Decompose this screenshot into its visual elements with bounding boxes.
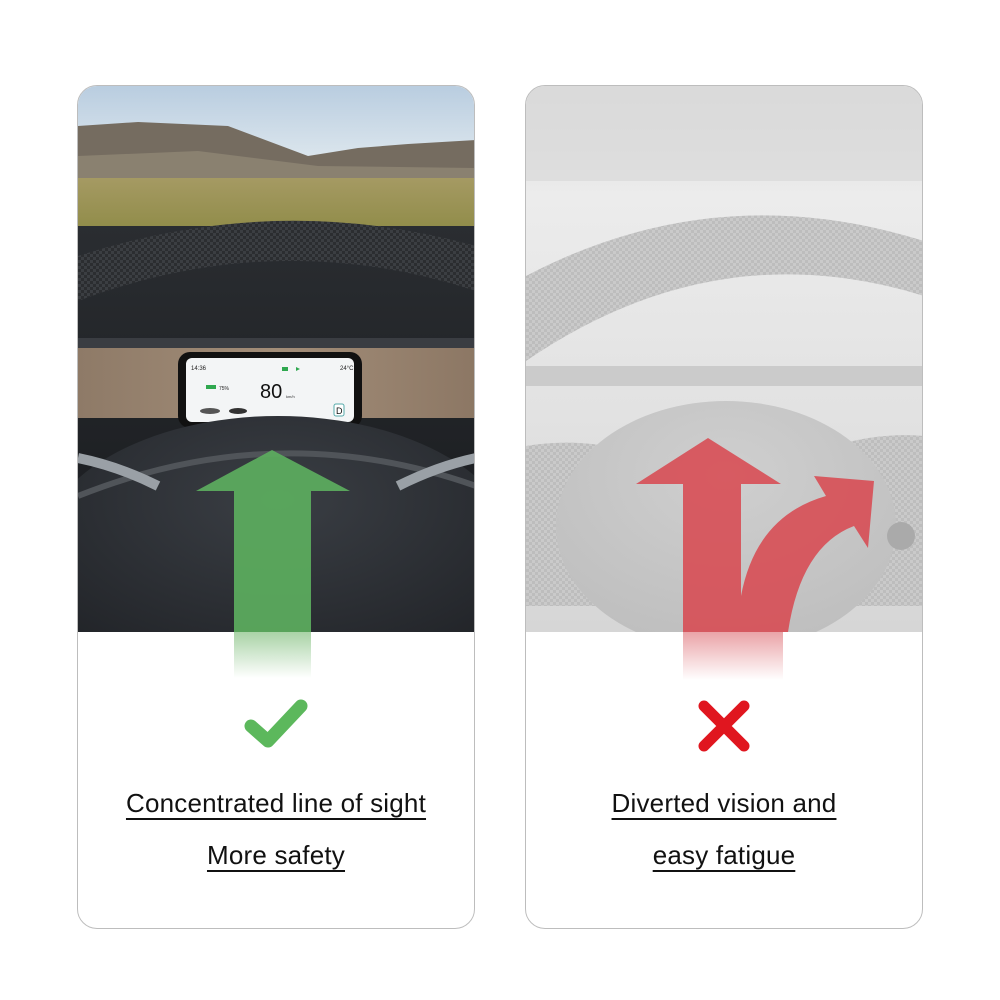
dashboard-photo: 14:36 24°C 75% 80 km/h D	[78, 86, 474, 632]
check-icon	[241, 696, 311, 755]
caption-text: easy fatigue	[652, 840, 796, 870]
arrow-fade	[683, 632, 783, 680]
caption-line-2: easy fatigue	[526, 840, 922, 871]
comparison-card-good: 14:36 24°C 75% 80 km/h D Concentrated li…	[77, 85, 475, 929]
display-speed: 80	[260, 381, 282, 403]
caption-text: More safety	[206, 840, 346, 870]
caption-text: Diverted vision and	[611, 788, 837, 818]
cross-icon	[694, 696, 754, 761]
display-battery: 75%	[219, 386, 230, 392]
arrow-fade	[234, 632, 311, 678]
caption-line-1: Concentrated line of sight	[78, 788, 474, 819]
display-gear: D	[336, 406, 343, 416]
caption-line-1: Diverted vision and	[526, 788, 922, 819]
caption-text: Concentrated line of sight	[125, 788, 427, 818]
display-time: 14:36	[191, 366, 207, 372]
caption-line-2: More safety	[78, 840, 474, 871]
comparison-card-bad: Diverted vision and easy fatigue	[525, 85, 923, 929]
steering-wheel-photo	[526, 86, 922, 632]
display-temperature: 24°C	[340, 366, 354, 372]
display-speed-unit: km/h	[286, 394, 295, 399]
